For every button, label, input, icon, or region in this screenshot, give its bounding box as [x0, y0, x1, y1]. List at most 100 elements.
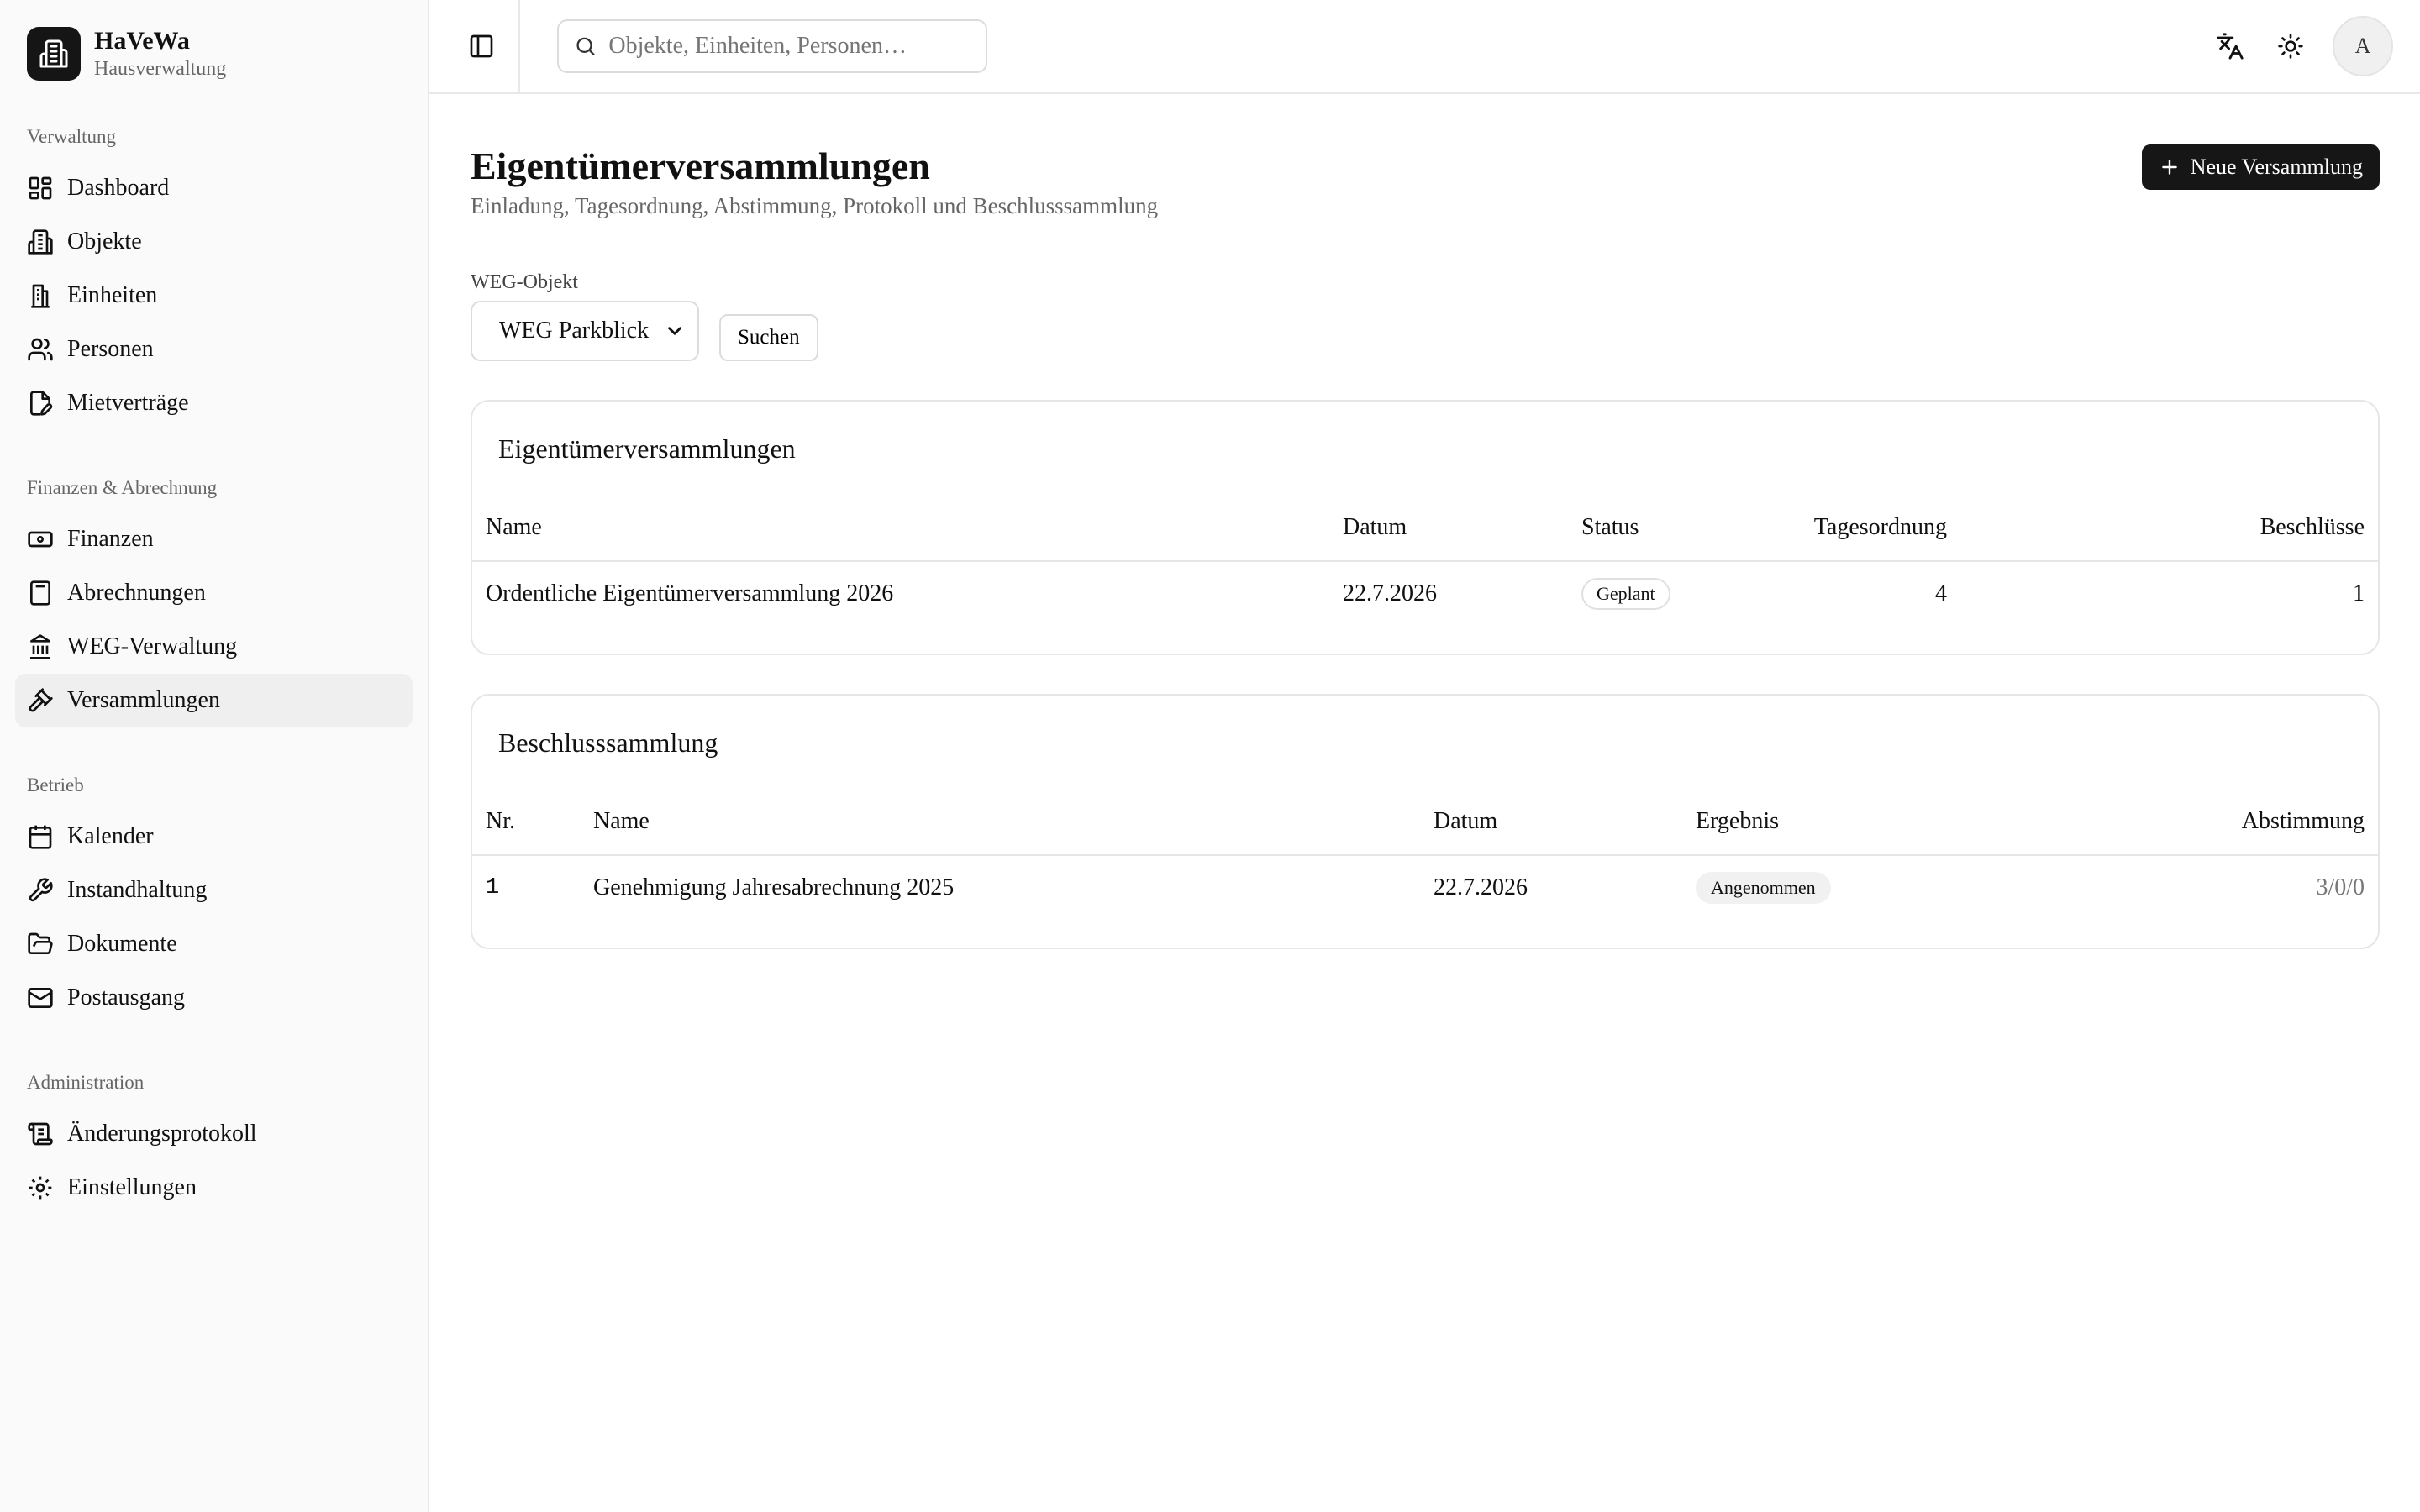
filter-section: WEG-Objekt WEG Parkblick Suchen — [471, 271, 2380, 361]
sidebar-item-label: Mietverträge — [67, 390, 189, 416]
sidebar-item-label: Abrechnungen — [67, 580, 206, 606]
sidebar-item-label: Kalender — [67, 823, 154, 849]
weg-object-label: WEG-Objekt — [471, 271, 578, 293]
weg-object-select[interactable]: WEG Parkblick — [471, 301, 699, 361]
table-row[interactable]: Ordentliche Eigentümerversammlung 2026 2… — [472, 561, 2378, 625]
weg-object-selected: WEG Parkblick — [499, 318, 650, 344]
sidebar-item-personen[interactable]: Personen — [15, 323, 413, 376]
building-icon — [28, 229, 53, 255]
page-subtitle: Einladung, Tagesordnung, Abstimmung, Pro… — [471, 193, 1159, 218]
page-title: Eigentümerversammlungen — [471, 144, 930, 187]
resolutions-table: Nr. Name Datum Ergebnis Abstimmung 1 Gen… — [472, 788, 2378, 919]
gavel-icon — [29, 688, 53, 712]
search-icon — [576, 37, 595, 56]
sidebar-item-aenderungsprotokoll[interactable]: Änderungsprotokoll — [15, 1107, 413, 1161]
contract-icon — [30, 391, 53, 416]
chevron-down-icon — [668, 327, 681, 335]
landmark-icon — [30, 634, 50, 659]
sidebar-item-label: Postausgang — [67, 984, 185, 1011]
sidebar-item-label: Personen — [67, 336, 154, 362]
nav-group-label: Administration — [27, 1072, 145, 1093]
new-meeting-label: Neue Versammlung — [2190, 155, 2363, 179]
unit-icon — [31, 284, 50, 308]
main-area: A Eigentümerversammlungen Einladung, Tag… — [429, 0, 2420, 1512]
column-header-agenda[interactable]: Tagesordnung — [1770, 494, 1960, 562]
sidebar-item-label: Finanzen — [67, 526, 154, 552]
wrench-icon — [29, 878, 53, 902]
column-header-name[interactable]: Name — [472, 494, 1329, 562]
search-box[interactable] — [557, 19, 987, 73]
table-header-row: Nr. Name Datum Ergebnis Abstimmung — [472, 788, 2378, 856]
sidebar-item-label: Dashboard — [67, 175, 170, 201]
panel-left-icon — [470, 34, 493, 58]
topbar: A — [429, 0, 2420, 94]
sidebar-item-dashboard[interactable]: Dashboard — [15, 161, 413, 215]
search-button[interactable]: Suchen — [719, 314, 818, 361]
theme-toggle-button[interactable] — [2272, 28, 2309, 65]
search-input[interactable] — [608, 33, 971, 60]
sidebar-item-einheiten[interactable]: Einheiten — [15, 269, 413, 323]
sidebar-item-abrechnungen[interactable]: Abrechnungen — [15, 566, 413, 620]
resolution-name[interactable]: Genehmigung Jahresabrechnung 2025 — [580, 855, 1420, 919]
meeting-date: 22.7.2026 — [1343, 580, 1437, 606]
nav-group-label: Finanzen & Abrechnung — [27, 477, 218, 498]
mail-icon — [28, 988, 53, 1008]
sidebar-item-label: Einstellungen — [67, 1174, 197, 1200]
sidebar-item-label: Einheiten — [67, 282, 158, 308]
sidebar-item-label: Änderungsprotokoll — [67, 1121, 257, 1147]
resolution-date: 22.7.2026 — [1434, 874, 1528, 900]
sidebar-toggle-button[interactable] — [463, 28, 500, 65]
page-content: Eigentümerversammlungen Einladung, Tages… — [429, 94, 2420, 949]
brand[interactable]: HaVeWa Hausverwaltung — [15, 25, 413, 82]
sidebar-item-einstellungen[interactable]: Einstellungen — [15, 1161, 413, 1215]
sidebar-item-dokumente[interactable]: Dokumente — [15, 917, 413, 971]
vote-result: 3/0/0 — [2316, 874, 2365, 900]
sidebar-item-kalender[interactable]: Kalender — [15, 810, 413, 864]
plus-icon — [2161, 160, 2177, 175]
language-button[interactable] — [2212, 28, 2249, 65]
agenda-count: 4 — [1935, 580, 1947, 606]
column-header-date[interactable]: Datum — [1420, 788, 1682, 856]
meetings-card: Eigentümerversammlungen Name Datum Statu… — [471, 400, 2380, 655]
table-row[interactable]: 1 Genehmigung Jahresabrechnung 2025 22.7… — [472, 855, 2378, 919]
dashboard-icon — [29, 176, 52, 200]
sidebar-item-mietvertraege[interactable]: Mietverträge — [15, 376, 413, 430]
sidebar-item-label: WEG-Verwaltung — [67, 633, 238, 659]
meetings-table: Name Datum Status Tagesordnung Beschlüss… — [472, 494, 2378, 625]
new-meeting-button[interactable]: Neue Versammlung — [2141, 144, 2380, 190]
sidebar-item-versammlungen[interactable]: Versammlungen — [15, 674, 413, 727]
resolution-number: 1 — [486, 874, 500, 900]
sidebar-item-postausgang[interactable]: Postausgang — [15, 971, 413, 1025]
column-header-nr[interactable]: Nr. — [472, 788, 580, 856]
sidebar-item-finanzen[interactable]: Finanzen — [15, 512, 413, 566]
status-badge: Geplant — [1581, 577, 1670, 610]
sidebar-item-weg-verwaltung[interactable]: WEG-Verwaltung — [15, 620, 413, 674]
sun-icon — [2278, 34, 2303, 59]
gear-icon — [29, 1176, 52, 1200]
column-header-result[interactable]: Ergebnis — [1682, 788, 1951, 856]
folder-icon — [28, 932, 53, 954]
calendar-icon — [29, 825, 52, 849]
column-header-name[interactable]: Name — [580, 788, 1420, 856]
nav-group-label: Betrieb — [27, 774, 84, 795]
table-header-row: Name Datum Status Tagesordnung Beschlüss… — [472, 494, 2378, 562]
sidebar-item-objekte[interactable]: Objekte — [15, 215, 413, 269]
column-header-status[interactable]: Status — [1568, 494, 1770, 562]
column-header-date[interactable]: Datum — [1329, 494, 1568, 562]
result-badge: Angenommen — [1696, 871, 1831, 904]
scroll-icon — [28, 1122, 53, 1146]
sidebar-item-label: Instandhaltung — [67, 877, 208, 903]
app-root: HaVeWa Hausverwaltung Verwaltung Dashboa… — [0, 0, 2420, 1512]
topbar-divider — [518, 0, 520, 94]
column-header-vote[interactable]: Abstimmung — [1951, 788, 2378, 856]
sidebar-item-instandhaltung[interactable]: Instandhaltung — [15, 864, 413, 917]
banknote-icon — [28, 531, 53, 548]
meeting-name[interactable]: Ordentliche Eigentümerversammlung 2026 — [472, 561, 1329, 625]
nav-group-label: Verwaltung — [27, 126, 117, 147]
sidebar-item-label: Versammlungen — [67, 687, 220, 713]
brand-title: HaVeWa — [94, 27, 190, 55]
brand-subtitle: Hausverwaltung — [94, 58, 227, 80]
column-header-resolutions[interactable]: Beschlüsse — [1960, 494, 2378, 562]
calculator-icon — [30, 580, 50, 606]
avatar[interactable]: A — [2333, 16, 2393, 76]
